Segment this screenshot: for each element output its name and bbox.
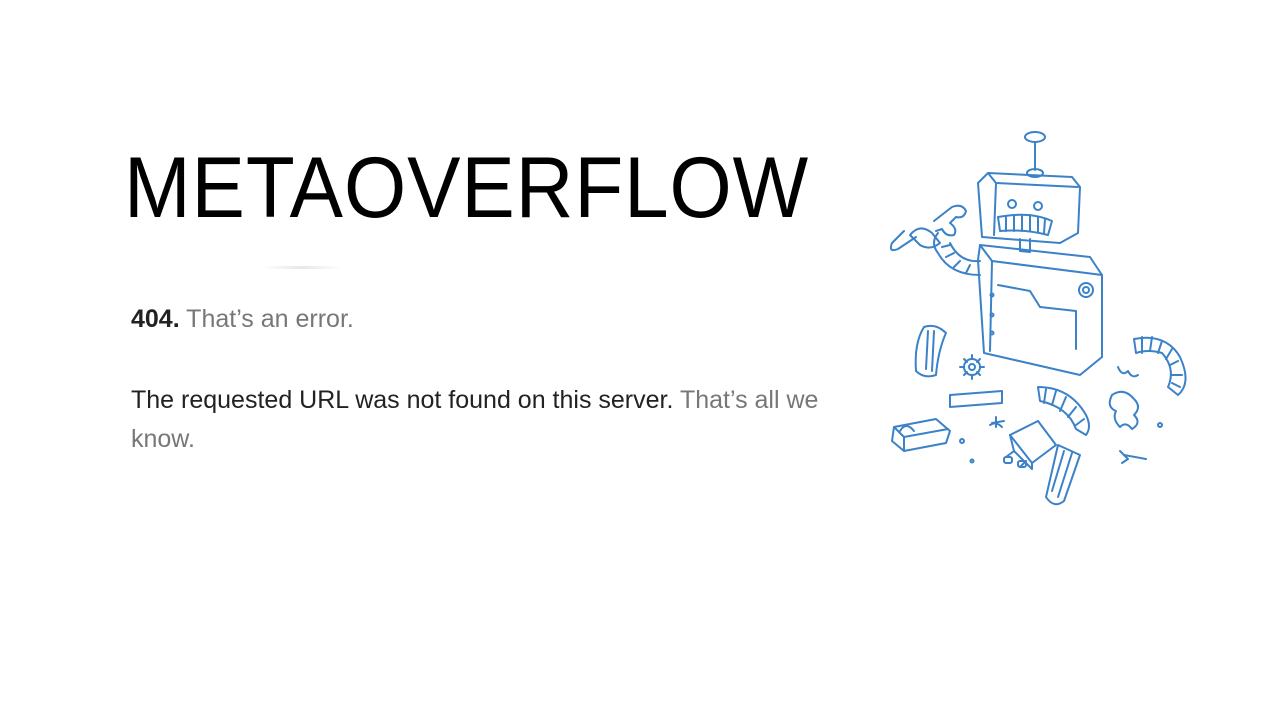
site-logo[interactable]: METAOVERFLOW — [124, 145, 809, 231]
error-heading: 404. That’s an error. — [131, 305, 354, 334]
error-title-text: That’s an error. — [186, 305, 354, 333]
error-page: METAOVERFLOW 404. That’s an error. The r… — [0, 0, 1280, 720]
error-code: 404. — [131, 305, 180, 333]
error-message-text: The requested URL was not found on this … — [131, 386, 674, 414]
broken-robot-icon — [880, 125, 1200, 515]
logo-underline-smudge — [262, 266, 342, 269]
error-message: The requested URL was not found on this … — [131, 381, 821, 459]
